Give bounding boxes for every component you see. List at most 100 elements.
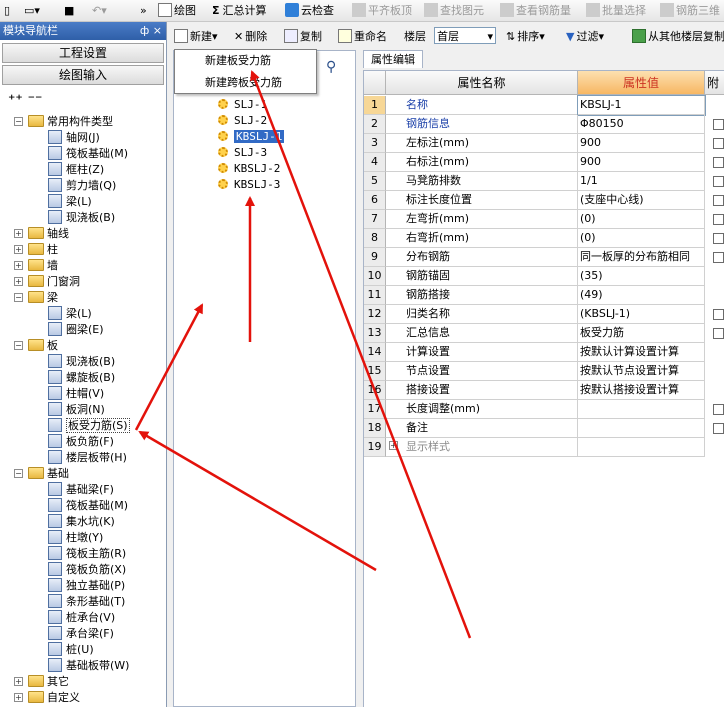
property-row[interactable]: 16 搭接设置 按默认搭接设置计算 xyxy=(364,381,724,400)
property-value[interactable]: 按默认搭接设置计算 xyxy=(578,381,705,400)
expand-icon[interactable]: + xyxy=(14,229,23,238)
collapse-icon[interactable]: − xyxy=(14,469,23,478)
property-value[interactable]: 按默认节点设置计算 xyxy=(578,362,705,381)
draw-input-button[interactable]: 绘图输入 xyxy=(2,65,164,85)
project-settings-button[interactable]: 工程设置 xyxy=(2,43,164,63)
cloud-check-button[interactable]: 云检查 xyxy=(285,2,334,20)
tree-item[interactable]: 板受力筋(S) xyxy=(0,418,130,434)
tab-property-edit[interactable]: 属性编辑 xyxy=(363,50,423,68)
property-value[interactable] xyxy=(578,438,705,457)
property-row[interactable]: 4 右标注(mm) 900 xyxy=(364,153,724,172)
tree-item[interactable]: 螺旋板(B) xyxy=(0,370,115,386)
property-row[interactable]: 15 节点设置 按默认节点设置计算 xyxy=(364,362,724,381)
tree-item[interactable]: 独立基础(P) xyxy=(0,578,125,594)
copy-button[interactable]: 复制 xyxy=(284,28,322,46)
delete-button[interactable]: ✕ 删除 xyxy=(234,28,267,46)
property-value[interactable]: 同一板厚的分布筋相同 xyxy=(578,248,705,267)
expand-icon[interactable]: + xyxy=(14,261,23,270)
tree-item[interactable]: 楼层板带(H) xyxy=(0,450,127,466)
extra-checkbox[interactable] xyxy=(713,138,724,149)
summary-button[interactable]: Σ 汇总计算 xyxy=(212,2,267,20)
tree-item[interactable]: 基础梁(F) xyxy=(0,482,114,498)
tree-folder[interactable]: − 梁 xyxy=(0,290,58,306)
property-value[interactable]: (0) xyxy=(578,229,705,248)
tree-item[interactable]: 梁(L) xyxy=(0,306,92,322)
extra-checkbox[interactable] xyxy=(713,309,724,320)
draw-button[interactable]: 绘图 xyxy=(158,2,196,20)
property-row[interactable]: 7 左弯折(mm) (0) xyxy=(364,210,724,229)
property-value[interactable]: KBSLJ-1 xyxy=(577,95,706,116)
copy-from-floor-button[interactable]: 从其他楼层复制 xyxy=(632,28,724,46)
extra-checkbox[interactable] xyxy=(713,252,724,263)
tree-folder[interactable]: + 自定义 xyxy=(0,690,80,706)
undo-icon[interactable]: ↶▾ xyxy=(92,2,107,20)
property-value[interactable]: 板受力筋 xyxy=(578,324,705,343)
more-chevron-icon[interactable]: » xyxy=(140,2,147,20)
menu-item-new-cross-slab-rebar[interactable]: 新建跨板受力筋 xyxy=(205,73,282,93)
tree-folder[interactable]: + 墙 xyxy=(0,258,58,274)
property-value[interactable]: 900 xyxy=(578,153,705,172)
property-row[interactable]: 5 马凳筋排数 1/1 xyxy=(364,172,724,191)
collapse-icon[interactable]: − xyxy=(14,341,23,350)
tree-folder[interactable]: − 板 xyxy=(0,338,58,354)
new-file-icon[interactable]: ▯ xyxy=(4,2,10,20)
tree-item[interactable]: 筏板主筋(R) xyxy=(0,546,126,562)
tree-item[interactable]: 条形基础(T) xyxy=(0,594,125,610)
extra-checkbox[interactable] xyxy=(713,157,724,168)
tree-item[interactable]: 现浇板(B) xyxy=(0,354,115,370)
tree-item[interactable]: 柱帽(V) xyxy=(0,386,104,402)
tree-item[interactable]: 柱墩(Y) xyxy=(0,530,103,546)
tree-folder[interactable]: + 柱 xyxy=(0,242,58,258)
property-value[interactable]: 1/1 xyxy=(578,172,705,191)
sort-button[interactable]: ⇅ 排序▾ xyxy=(506,28,545,46)
tree-folder[interactable]: − 常用构件类型 xyxy=(0,114,113,130)
tree-item[interactable]: 筏板基础(M) xyxy=(0,146,128,162)
expand-icon[interactable]: + xyxy=(14,693,23,702)
tree-item[interactable]: 剪力墙(Q) xyxy=(0,178,116,194)
expand-icon[interactable]: + xyxy=(389,441,398,450)
batch-select-button[interactable]: 批量选择 xyxy=(586,2,646,20)
property-value[interactable]: (KBSLJ-1) xyxy=(578,305,705,324)
property-value[interactable]: (0) xyxy=(578,210,705,229)
extra-checkbox[interactable] xyxy=(713,119,724,130)
property-row[interactable]: 3 左标注(mm) 900 xyxy=(364,134,724,153)
property-value[interactable]: Φ80150 xyxy=(578,115,705,134)
floor-select[interactable]: 首层 ▾ xyxy=(434,27,496,44)
tree-folder[interactable]: + 门窗洞 xyxy=(0,274,80,290)
tree-folder[interactable]: − 基础 xyxy=(0,466,69,482)
filter-button[interactable]: ▼ 过滤▾ xyxy=(566,28,604,46)
tree-item[interactable]: 框柱(Z) xyxy=(0,162,104,178)
tree-item[interactable]: 圈梁(E) xyxy=(0,322,104,338)
tree-item[interactable]: 轴网(J) xyxy=(0,130,100,146)
property-value[interactable]: (49) xyxy=(578,286,705,305)
component-list-item[interactable]: SLJ-2 xyxy=(218,113,267,129)
tree-item[interactable]: 板负筋(F) xyxy=(0,434,114,450)
rebar-3d-button[interactable]: 钢筋三维 xyxy=(660,2,720,20)
save-icon[interactable]: ■ xyxy=(64,2,74,20)
property-value[interactable] xyxy=(578,400,705,419)
tree-item[interactable]: 板洞(N) xyxy=(0,402,105,418)
menu-item-new-slab-rebar[interactable]: 新建板受力筋 xyxy=(205,51,271,71)
property-row[interactable]: 17 长度调整(mm) xyxy=(364,400,724,419)
property-value[interactable]: 按默认计算设置计算 xyxy=(578,343,705,362)
tree-folder[interactable]: + 轴线 xyxy=(0,226,69,242)
col-header-value[interactable]: 属性值 xyxy=(578,71,705,95)
property-row[interactable]: 6 标注长度位置 (支座中心线) xyxy=(364,191,724,210)
tree-item[interactable]: 桩(U) xyxy=(0,642,94,658)
tree-item[interactable]: 桩承台(V) xyxy=(0,610,115,626)
component-list-item[interactable]: SLJ-3 xyxy=(218,145,267,161)
extra-checkbox[interactable] xyxy=(713,195,724,206)
tree-item[interactable]: 集水坑(K) xyxy=(0,514,115,530)
property-value[interactable]: (35) xyxy=(578,267,705,286)
open-folder-icon[interactable]: ▭▾ xyxy=(24,2,40,20)
property-value[interactable] xyxy=(578,419,705,438)
tree-folder[interactable]: + 其它 xyxy=(0,674,69,690)
extra-checkbox[interactable] xyxy=(713,214,724,225)
expand-icon[interactable]: + xyxy=(14,677,23,686)
collapse-icon[interactable]: − xyxy=(14,117,23,126)
property-value[interactable]: 900 xyxy=(578,134,705,153)
expand-all-icon[interactable]: ⁺⁺ ⁻⁻ xyxy=(8,92,42,108)
col-header-name[interactable]: 属性名称 xyxy=(386,71,578,95)
expand-icon[interactable]: + xyxy=(14,277,23,286)
property-value[interactable]: (支座中心线) xyxy=(578,191,705,210)
